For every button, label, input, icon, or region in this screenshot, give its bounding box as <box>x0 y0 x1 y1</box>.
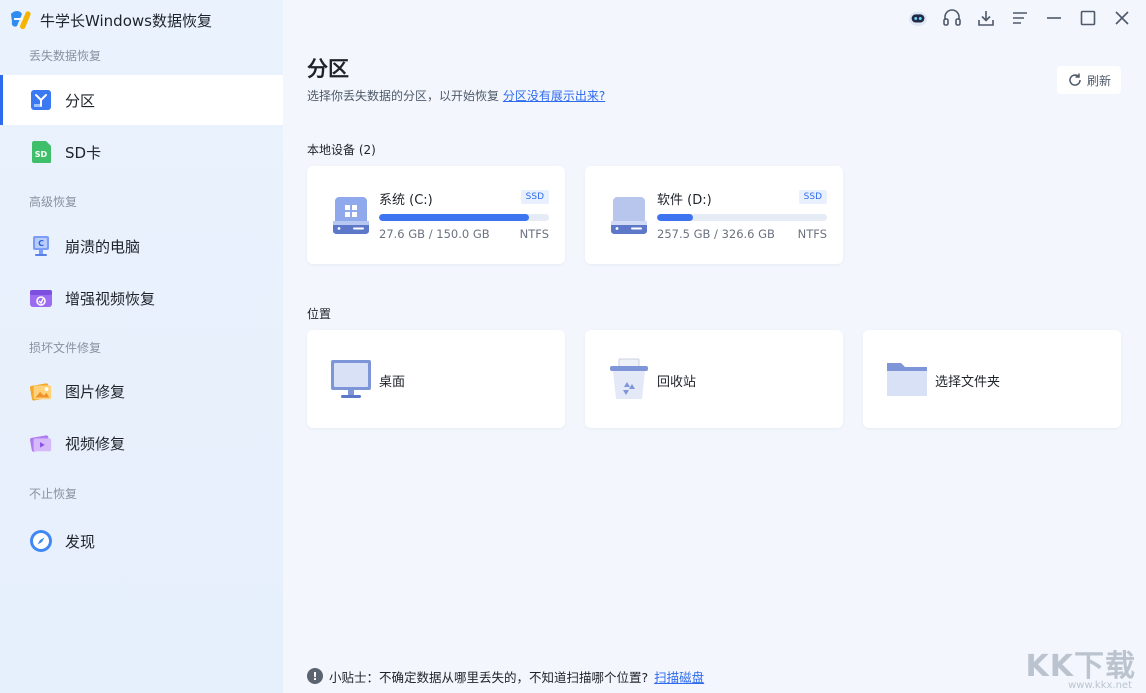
sidebar-item-label: SD卡 <box>65 142 101 163</box>
drive-card-d[interactable]: 软件 (D:) SSD 257.5 GB / 326.6 GB NTFS <box>585 166 843 264</box>
drive-filesystem: NTFS <box>520 227 549 241</box>
drive-usage-bar <box>657 214 827 221</box>
drive-usage-fill <box>657 214 693 221</box>
refresh-icon <box>1067 72 1083 88</box>
sidebar-item-sd-card[interactable]: SD SD卡 <box>0 128 283 176</box>
location-card-select-folder[interactable]: 选择文件夹 <box>863 330 1121 428</box>
drive-icon <box>607 193 651 237</box>
group-label-file-repair: 损坏文件修复 <box>29 339 101 356</box>
sidebar-item-video-repair[interactable]: 视频修复 <box>0 419 283 467</box>
minimize-icon[interactable] <box>1044 8 1064 28</box>
page-subtitle-text: 选择你丢失数据的分区，以开始恢复 <box>307 89 499 103</box>
sd-card-icon: SD <box>29 140 53 164</box>
folder-icon <box>885 357 929 401</box>
window-controls <box>908 6 1132 30</box>
local-devices-label: 本地设备 (2) <box>307 141 376 158</box>
sidebar: 牛学长Windows数据恢复 丢失数据恢复 分区 SD SD卡 高级恢复 <box>0 0 283 693</box>
drive-size: 257.5 GB / 326.6 GB <box>657 227 775 241</box>
drive-type-badge: SSD <box>799 190 827 204</box>
drive-name: 软件 (D:) <box>657 189 712 208</box>
video-recovery-icon <box>29 286 53 310</box>
watermark-url: www.kkx.net <box>1068 680 1132 691</box>
desktop-monitor-icon <box>329 357 373 401</box>
maximize-icon[interactable] <box>1078 8 1098 28</box>
app-title: 牛学长Windows数据恢复 <box>40 10 212 31</box>
location-label: 回收站 <box>657 371 696 390</box>
sidebar-item-label: 视频修复 <box>65 433 125 454</box>
sidebar-item-label: 增强视频恢复 <box>65 288 155 309</box>
drive-usage-bar <box>379 214 549 221</box>
group-label-lost-data: 丢失数据恢复 <box>29 47 101 64</box>
locations-label: 位置 <box>307 305 331 322</box>
sidebar-item-partition[interactable]: 分区 <box>0 75 283 125</box>
drive-name: 系统 (C:) <box>379 189 433 208</box>
refresh-label: 刷新 <box>1087 72 1111 89</box>
page-subtitle: 选择你丢失数据的分区，以开始恢复 分区没有展示出来? <box>307 87 605 104</box>
compass-icon <box>29 529 53 553</box>
drive-filesystem: NTFS <box>798 227 827 241</box>
headset-icon[interactable] <box>942 8 962 28</box>
video-repair-icon <box>29 431 53 455</box>
menu-icon[interactable] <box>1010 8 1030 28</box>
photo-repair-icon <box>29 379 53 403</box>
robot-assistant-icon[interactable] <box>908 8 928 28</box>
location-label: 选择文件夹 <box>935 371 1000 390</box>
sidebar-item-photo-repair[interactable]: 图片修复 <box>0 367 283 415</box>
scan-disk-link[interactable]: 扫描磁盘 <box>654 667 704 686</box>
sidebar-item-label: 发现 <box>65 531 95 552</box>
tip-bar: ! 小贴士：不确定数据从哪里丢失的，不知道扫描哪个位置? 扫描磁盘 <box>307 667 704 685</box>
drive-type-badge: SSD <box>521 190 549 204</box>
sidebar-item-label: 崩溃的电脑 <box>65 236 140 257</box>
tip-text: 小贴士：不确定数据从哪里丢失的，不知道扫描哪个位置? <box>329 667 648 686</box>
drive-size: 27.6 GB / 150.0 GB <box>379 227 490 241</box>
location-card-desktop[interactable]: 桌面 <box>307 330 565 428</box>
app-title-bar: 牛学长Windows数据恢复 <box>8 8 212 32</box>
crashed-computer-icon: C <box>29 234 53 258</box>
app-logo-icon <box>8 8 34 32</box>
svg-text:C: C <box>38 239 44 248</box>
close-icon[interactable] <box>1112 8 1132 28</box>
partition-missing-link[interactable]: 分区没有展示出来? <box>503 89 605 103</box>
drive-card-c[interactable]: 系统 (C:) SSD 27.6 GB / 150.0 GB NTFS <box>307 166 565 264</box>
sidebar-item-crashed-computer[interactable]: C 崩溃的电脑 <box>0 222 283 270</box>
partition-icon <box>29 88 53 112</box>
group-label-more: 不止恢复 <box>29 485 77 502</box>
location-card-recycle-bin[interactable]: 回收站 <box>585 330 843 428</box>
page-title: 分区 <box>307 53 349 83</box>
recycle-bin-icon <box>607 357 651 401</box>
info-icon: ! <box>307 668 323 684</box>
svg-text:SD: SD <box>35 150 48 159</box>
location-label: 桌面 <box>379 371 405 390</box>
drive-usage-fill <box>379 214 529 221</box>
sidebar-item-video-recovery[interactable]: 增强视频恢复 <box>0 274 283 322</box>
watermark: KK下载 www.kkx.net <box>1022 641 1140 691</box>
sidebar-item-label: 分区 <box>65 90 95 111</box>
sidebar-item-label: 图片修复 <box>65 381 125 402</box>
sidebar-item-discover[interactable]: 发现 <box>0 517 283 565</box>
group-label-advanced: 高级恢复 <box>29 193 77 210</box>
refresh-button[interactable]: 刷新 <box>1057 66 1121 94</box>
download-icon[interactable] <box>976 8 996 28</box>
system-drive-icon <box>329 193 373 237</box>
watermark-logo: KK下载 <box>1026 641 1137 685</box>
